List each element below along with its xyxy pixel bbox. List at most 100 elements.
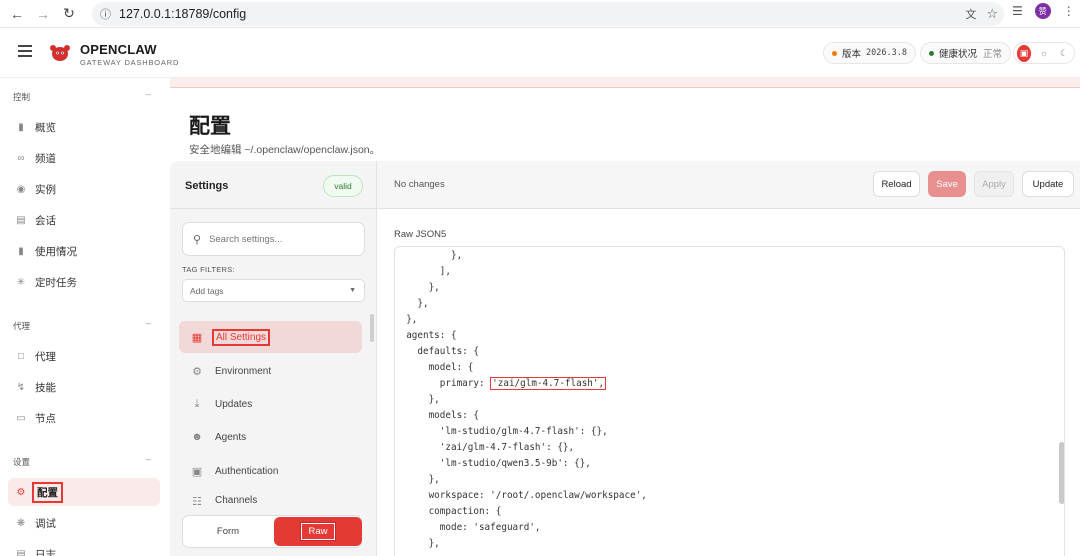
category-authentication[interactable]: ▣ Authentication — [179, 455, 362, 487]
error-banner — [170, 78, 1080, 88]
moon-icon[interactable]: ☾ — [1057, 45, 1071, 62]
category-label: Agents — [215, 431, 247, 443]
category-environment[interactable]: ⚙ Environment — [179, 355, 362, 387]
sidebar: 控制 – ▮ 概览 ∞ 频道 ◉ 实例 ▤ 会话 ▮ 使用情况 ✳ 定时任务 代… — [0, 78, 170, 556]
code-line: 'lm-studio/glm-4.7-flash': {}, — [395, 426, 608, 437]
chevron-down-icon: ▼ — [349, 287, 356, 294]
search-icon: ⚲ — [193, 233, 202, 246]
sidebar-item-label: 配置 — [32, 481, 63, 503]
category-label: Environment — [215, 365, 272, 377]
sidebar-item-nodes[interactable]: ▭ 节点 — [8, 405, 160, 431]
browser-menu-icon[interactable]: ⋮ — [1063, 4, 1075, 18]
health-label: 健康状况 — [939, 49, 978, 60]
raw-json-label: Raw JSON5 — [394, 229, 447, 240]
category-label: Authentication — [215, 465, 279, 477]
health-value: 正常 — [983, 49, 1003, 60]
raw-json-editor[interactable]: }, ], }, }, }, agents: { defaults: { mod… — [394, 246, 1065, 556]
category-agents[interactable]: ☻ Agents — [179, 421, 362, 453]
sidebar-item-sessions[interactable]: ▤ 会话 — [8, 207, 160, 233]
category-channels[interactable]: ☷ Channels — [179, 489, 362, 505]
sidebar-item-label: 日志 — [35, 548, 56, 556]
code-line: 'zai/glm-4.7-flash': {}, — [395, 442, 575, 453]
sidebar-item-debug[interactable]: ❋ 调试 — [8, 510, 160, 536]
brand-title: OPENCLAW — [80, 42, 157, 57]
sidebar-item-agents[interactable]: □ 代理 — [8, 343, 160, 369]
tag-filters-label: TAG FILTERS: — [182, 265, 235, 274]
sidebar-item-cron[interactable]: ✳ 定时任务 — [8, 269, 160, 295]
gear-icon: ⚙ — [192, 365, 202, 378]
forward-icon[interactable]: → — [32, 3, 54, 25]
code-line-key: primary: — [395, 378, 491, 389]
sidebar-item-logs[interactable]: ▤ 日志 — [8, 541, 160, 556]
reload-button[interactable]: Reload — [873, 171, 920, 197]
collapse-icon[interactable]: – — [146, 454, 151, 464]
code-line: compaction: { — [395, 506, 502, 517]
translate-icon[interactable]: 文 — [965, 6, 976, 22]
reload-icon[interactable]: ↻ — [58, 3, 80, 25]
sidebar-item-usage[interactable]: ▮ 使用情况 — [8, 238, 160, 264]
editor-scrollbar[interactable] — [1059, 442, 1064, 504]
code-line: mode: 'safeguard', — [395, 522, 541, 533]
sidebar-item-instances[interactable]: ◉ 实例 — [8, 176, 160, 202]
app-header: OPENCLAW GATEWAY DASHBOARD 版本 2026.3.8 健… — [0, 28, 1080, 78]
code-line: agents: { — [395, 330, 457, 341]
document-icon: ▤ — [16, 548, 26, 556]
settings-panel: Settings valid ⚲ TAG FILTERS: Add tags ▼… — [170, 161, 377, 556]
bar-chart-icon: ▮ — [18, 245, 24, 257]
code-line: }, — [395, 298, 429, 309]
back-icon[interactable]: ← — [6, 3, 28, 25]
sidebar-item-overview[interactable]: ▮ 概览 — [8, 114, 160, 140]
agents-icon: ☻ — [191, 431, 203, 443]
monitor-icon[interactable]: ▣ — [1017, 44, 1031, 62]
category-updates[interactable]: ⤓ Updates — [179, 388, 362, 420]
category-scrollbar[interactable] — [370, 314, 374, 342]
search-input[interactable] — [209, 233, 350, 245]
code-line: }, — [395, 314, 418, 325]
collapse-icon[interactable]: – — [146, 318, 151, 328]
section-title-control: 控制 — [13, 92, 31, 102]
update-button[interactable]: Update — [1022, 171, 1074, 197]
sidebar-item-label: 代理 — [35, 350, 56, 363]
category-label: All Settings — [212, 328, 271, 346]
save-button[interactable]: Save — [928, 171, 966, 197]
monitor-icon: ▭ — [16, 412, 26, 424]
browser-toolbar: ← → ↻ ⓘ 127.0.0.1:18789/config 文 ☆ ☰ 赞 ⋮ — [0, 0, 1080, 28]
code-line: }, — [395, 538, 440, 549]
code-line: model: { — [395, 362, 474, 373]
mode-form-button[interactable]: Form — [183, 516, 273, 547]
tag-select-placeholder: Add tags — [190, 285, 224, 296]
code-line: }, — [395, 282, 440, 293]
address-bar[interactable]: ⓘ 127.0.0.1:18789/config 文 ☆ — [92, 2, 1004, 26]
code-line: workspace: '/root/.openclaw/workspace', — [395, 490, 647, 501]
mode-raw-button[interactable]: Raw — [274, 517, 362, 546]
sidebar-item-label: 定时任务 — [35, 276, 77, 289]
version-pill: 版本 2026.3.8 — [823, 42, 916, 64]
bolt-icon: ↯ — [16, 381, 26, 393]
section-title-agents: 代理 — [13, 321, 31, 331]
sidebar-item-label: 技能 — [35, 381, 56, 394]
version-value: 2026.3.8 — [866, 48, 907, 58]
sun-icon[interactable]: ☼ — [1037, 45, 1051, 62]
collapse-icon[interactable]: – — [146, 89, 151, 99]
sidebar-item-label: 概览 — [35, 121, 56, 134]
mode-raw-label: Raw — [301, 523, 335, 540]
category-all-settings[interactable]: ▦ All Settings — [179, 321, 362, 353]
sidebar-item-label: 会话 — [35, 214, 56, 227]
sidebar-item-skills[interactable]: ↯ 技能 — [8, 374, 160, 400]
media-icon[interactable]: ☰ — [1012, 4, 1023, 18]
lock-icon: ▣ — [191, 465, 203, 478]
tag-filter-select[interactable]: Add tags ▼ — [182, 279, 365, 302]
grid-icon: ▦ — [191, 331, 203, 344]
site-info-icon[interactable]: ⓘ — [100, 6, 111, 22]
apply-button[interactable]: Apply — [974, 171, 1014, 197]
menu-toggle-icon[interactable] — [18, 45, 32, 57]
bookmark-star-icon[interactable]: ☆ — [986, 6, 998, 22]
sidebar-item-config[interactable]: ⚙ 配置 — [8, 478, 160, 506]
sidebar-item-channels[interactable]: ∞ 频道 — [8, 145, 160, 171]
category-label: Channels — [215, 495, 258, 505]
gear-icon: ⚙ — [16, 486, 26, 498]
divider — [170, 208, 377, 209]
profile-avatar[interactable]: 赞 — [1034, 3, 1051, 19]
download-icon: ⤓ — [194, 397, 200, 410]
code-line: }, — [395, 394, 440, 405]
